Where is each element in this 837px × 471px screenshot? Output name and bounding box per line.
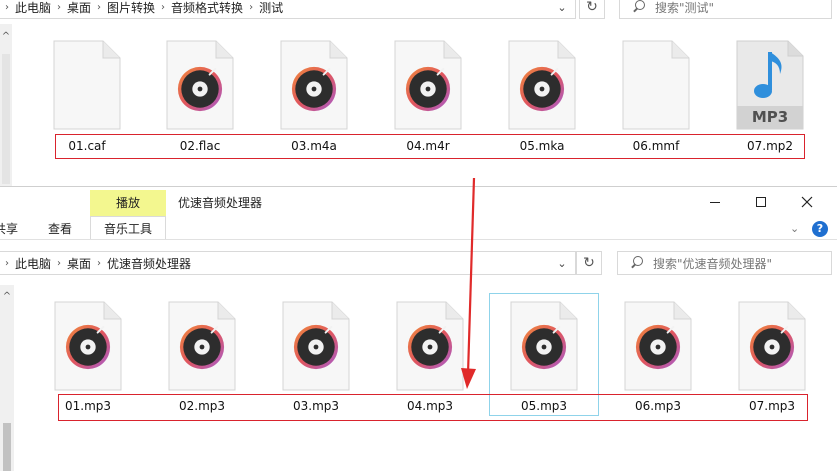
refresh-button[interactable]: ↻ (579, 0, 605, 19)
annotation-box-converted-files (58, 394, 808, 421)
audio-file-icon (282, 301, 350, 391)
chevron-right-icon: › (5, 257, 9, 269)
vertical-scrollbar[interactable]: ^ (0, 285, 14, 471)
search-input[interactable]: 搜索"优速音频处理器" (617, 251, 832, 275)
search-icon (630, 256, 644, 270)
breadcrumb-item[interactable]: 优速音频处理器 (101, 255, 197, 272)
maximize-icon[interactable] (738, 191, 784, 213)
tab-view[interactable]: 查看 (48, 220, 72, 237)
vertical-scrollbar[interactable]: ^ (0, 24, 12, 186)
audio-file-icon (166, 40, 234, 130)
annotation-arrow-icon (461, 178, 476, 389)
breadcrumb-item[interactable]: 此电脑 (9, 0, 57, 16)
tab-music-tools[interactable]: 音乐工具 (90, 216, 166, 240)
audio-file-icon (738, 301, 806, 391)
window-title: 优速音频处理器 (178, 196, 263, 210)
audio-file-icon (396, 301, 464, 391)
scroll-up-icon[interactable]: ^ (0, 28, 12, 44)
breadcrumb-item[interactable]: 图片转换 (101, 0, 161, 16)
audio-file-icon (54, 301, 122, 391)
tab-share[interactable]: 共享 (0, 220, 18, 237)
audio-file-icon (394, 40, 462, 130)
search-icon (632, 0, 646, 14)
audio-file-icon (280, 40, 348, 130)
history-dropdown-icon[interactable]: ⌄ (553, 0, 571, 18)
back-explorer-window: › 此电脑 › 桌面 › 图片转换 › 音频格式转换 › 测试 ⌄ ↻ 搜索"测… (0, 0, 837, 186)
search-placeholder: 搜索"优速音频处理器" (653, 256, 773, 271)
scroll-thumb[interactable] (2, 54, 10, 184)
scroll-up-icon[interactable]: ^ (0, 288, 14, 304)
address-bar[interactable]: › 此电脑 › 桌面 › 优速音频处理器 ⌄ (0, 251, 576, 275)
audio-file-icon (508, 40, 576, 130)
front-explorer-window: 播放 优速音频处理器 共享 查看 音乐工具 ⌄ ? › 此电脑 › 桌面 › 优… (0, 186, 837, 471)
audio-file-icon (510, 301, 578, 391)
breadcrumb-item[interactable]: 桌面 (61, 0, 97, 16)
blank-file-icon (53, 40, 121, 130)
annotation-box-original-files (55, 134, 805, 159)
minimize-icon[interactable] (692, 191, 738, 213)
breadcrumb: › 此电脑 › 桌面 › 图片转换 › 音频格式转换 › 测试 (0, 0, 289, 18)
refresh-button[interactable]: ↻ (576, 251, 602, 275)
ribbon-expand-icon[interactable]: ⌄ (790, 222, 799, 235)
breadcrumb: › 此电脑 › 桌面 › 优速音频处理器 (0, 252, 197, 274)
context-tab-play[interactable]: 播放 (90, 190, 166, 217)
search-input[interactable]: 搜索"测试" (619, 0, 832, 19)
ribbon-divider (0, 239, 837, 240)
audio-file-icon (624, 301, 692, 391)
chevron-right-icon: › (5, 1, 9, 13)
search-placeholder: 搜索"测试" (655, 0, 715, 15)
breadcrumb-item[interactable]: 桌面 (61, 255, 97, 272)
ribbon: 播放 优速音频处理器 共享 查看 音乐工具 ⌄ ? (0, 187, 837, 240)
help-icon[interactable]: ? (812, 221, 828, 237)
close-icon[interactable] (784, 191, 830, 213)
scroll-thumb[interactable] (3, 423, 11, 471)
blank-file-icon (622, 40, 690, 130)
address-bar[interactable]: › 此电脑 › 桌面 › 图片转换 › 音频格式转换 › 测试 ⌄ (0, 0, 576, 19)
breadcrumb-item[interactable]: 音频格式转换 (165, 0, 249, 16)
mp3-icon-label: MP3 (751, 108, 789, 126)
history-dropdown-icon[interactable]: ⌄ (553, 252, 571, 274)
breadcrumb-item[interactable]: 测试 (253, 0, 289, 16)
breadcrumb-item[interactable]: 此电脑 (9, 255, 57, 272)
audio-file-icon (168, 301, 236, 391)
